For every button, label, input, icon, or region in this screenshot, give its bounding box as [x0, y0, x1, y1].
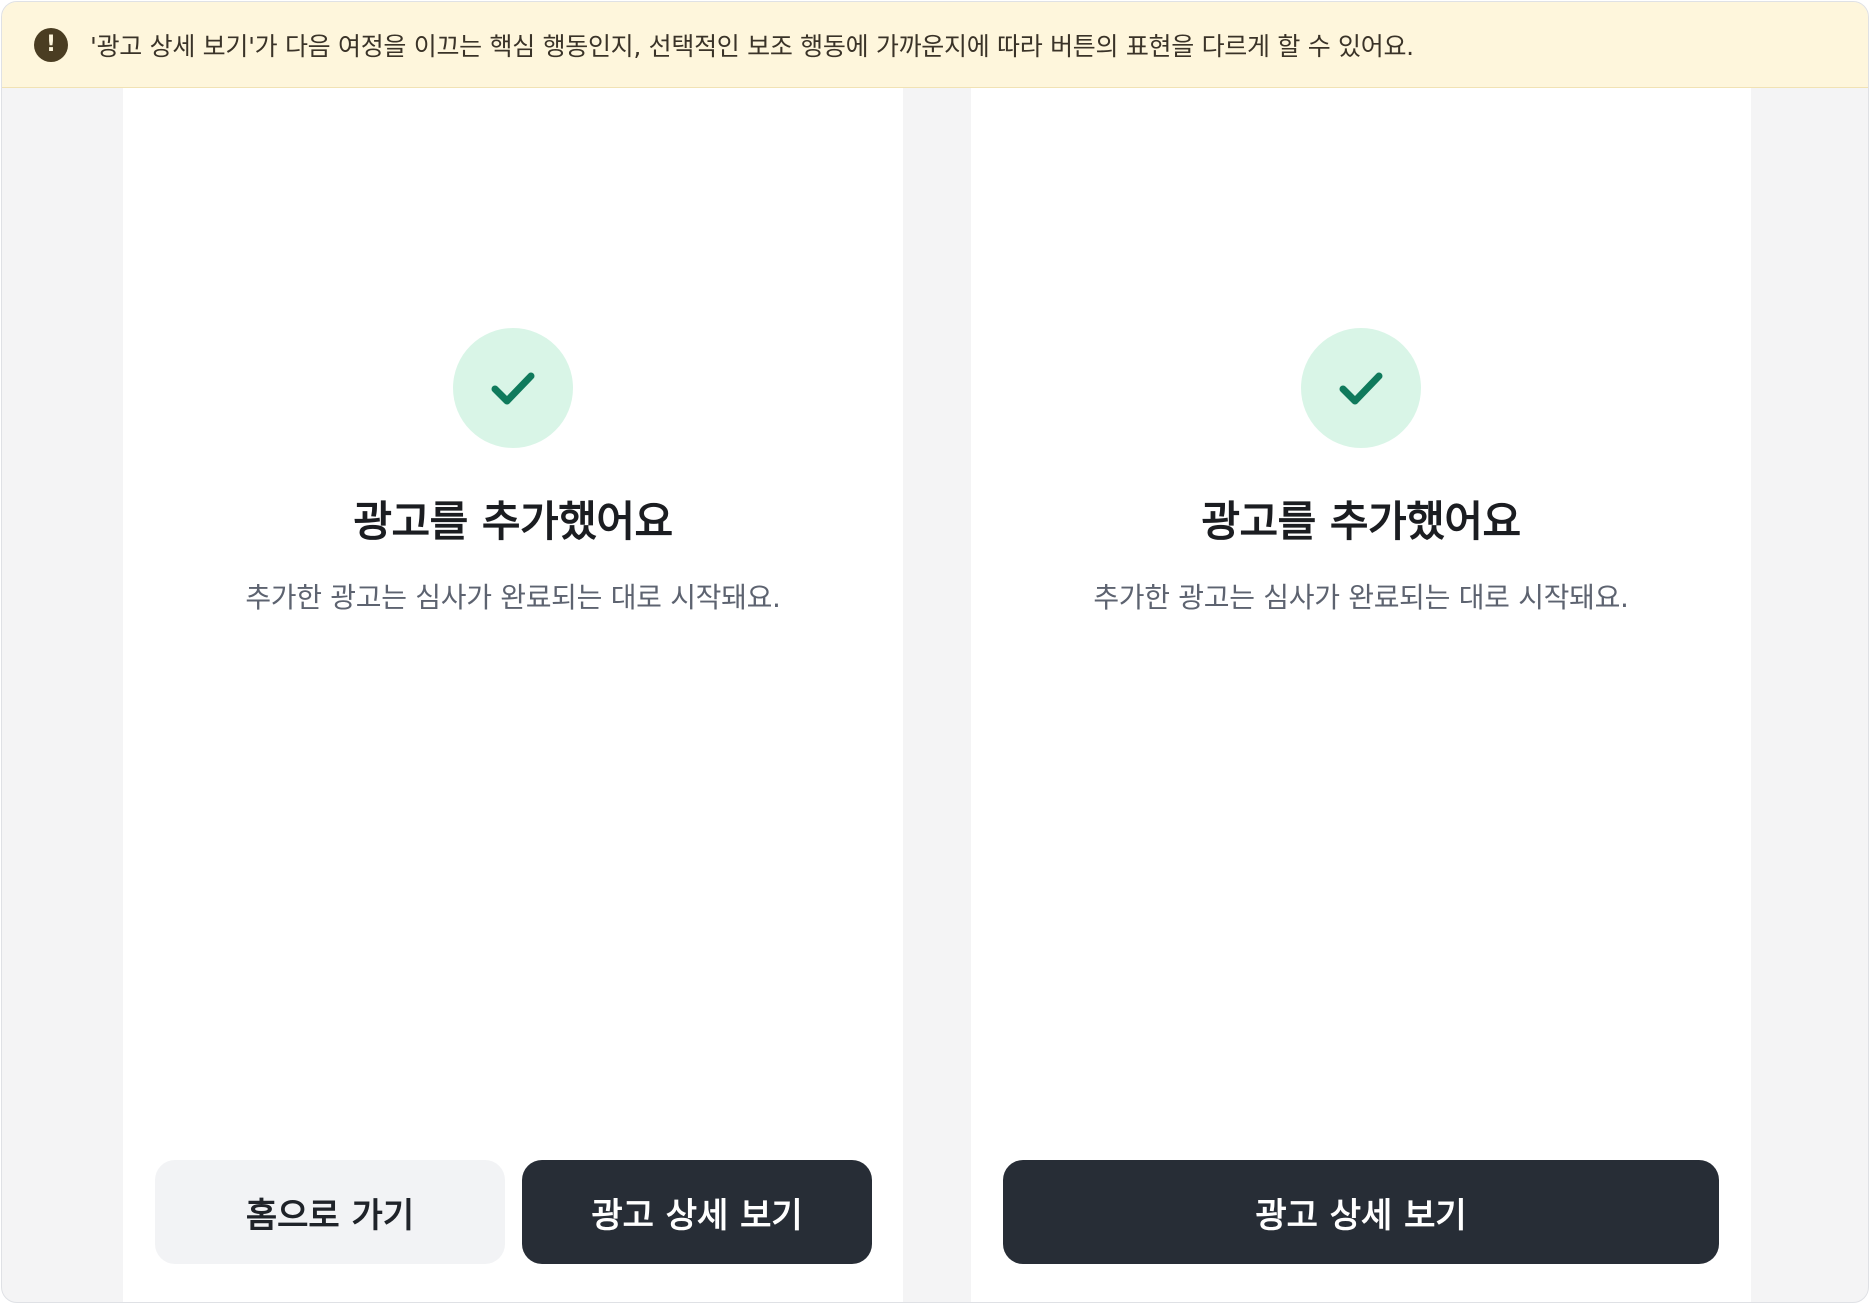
check-icon [491, 372, 535, 405]
view-ad-details-button[interactable]: 광고 상세 보기 [522, 1160, 872, 1264]
check-icon [1339, 372, 1383, 405]
notice-banner: ! '광고 상세 보기'가 다음 여정을 이끄는 핵심 행동인지, 선택적인 보… [2, 2, 1868, 88]
view-ad-details-button[interactable]: 광고 상세 보기 [1003, 1160, 1719, 1264]
completion-title: 광고를 추가했어요 [1201, 497, 1521, 546]
completion-subtitle: 추가한 광고는 심사가 완료되는 대로 시작돼요. [1093, 581, 1629, 614]
go-home-button[interactable]: 홈으로 가기 [155, 1160, 505, 1264]
notice-text: '광고 상세 보기'가 다음 여정을 이끄는 핵심 행동인지, 선택적인 보조 … [90, 31, 1414, 61]
exclamation-circle-icon: ! [34, 27, 68, 62]
completion-subtitle: 추가한 광고는 심사가 완료되는 대로 시작돼요. [245, 581, 781, 614]
completion-screen-single-button: 광고를 추가했어요 추가한 광고는 심사가 완료되는 대로 시작돼요. 광고 상… [971, 88, 1751, 1302]
success-badge [453, 328, 573, 448]
completion-title: 광고를 추가했어요 [353, 497, 673, 546]
completion-screen-two-buttons: 광고를 추가했어요 추가한 광고는 심사가 완료되는 대로 시작돼요. 홈으로 … [123, 88, 903, 1302]
success-badge [1301, 328, 1421, 448]
screen-frame: ! '광고 상세 보기'가 다음 여정을 이끄는 핵심 행동인지, 선택적인 보… [1, 1, 1869, 1303]
